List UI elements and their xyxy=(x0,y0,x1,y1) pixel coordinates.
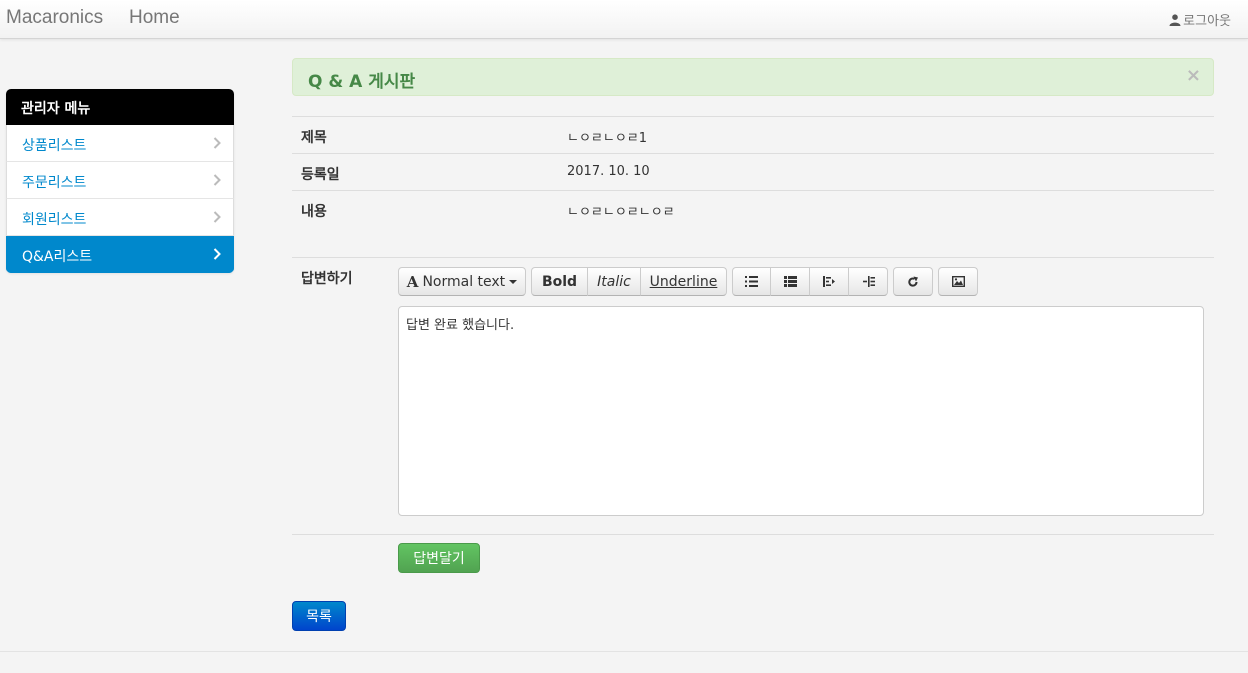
logout-link[interactable]: 로그아웃 xyxy=(1169,10,1231,29)
bold-button[interactable]: Bold xyxy=(531,267,588,296)
back-to-list-button[interactable]: 목록 xyxy=(292,601,346,631)
list-icon xyxy=(745,276,758,287)
chevron-right-icon xyxy=(213,211,221,223)
nav-home-link[interactable]: Home xyxy=(129,7,180,29)
brand-link[interactable]: Macaronics xyxy=(6,7,103,29)
sidebar-item-products[interactable]: 상품리스트 xyxy=(6,125,234,162)
footer-divider xyxy=(0,651,1248,652)
answer-editor[interactable]: 답변 완료 했습니다. xyxy=(398,306,1204,516)
redo-icon xyxy=(908,276,918,287)
submit-answer-button[interactable]: 답변달기 xyxy=(398,543,480,573)
admin-sidebar: 관리자 메뉴 상품리스트 주문리스트 회원리스트 Q&A리스트 xyxy=(6,89,234,273)
board-title-alert: Q & A 게시판 × xyxy=(292,58,1214,96)
page-title: Q & A 게시판 xyxy=(308,72,416,92)
close-icon[interactable]: × xyxy=(1186,65,1201,86)
chevron-right-icon xyxy=(213,137,221,149)
detail-row-content: 내용 ㄴㅇㄹㄴㅇㄹㄴㅇㄹ xyxy=(292,190,1214,227)
insert-image-button[interactable] xyxy=(938,267,978,296)
chevron-right-icon xyxy=(213,248,221,260)
divider xyxy=(292,534,1214,535)
caret-down-icon xyxy=(509,279,518,284)
date-label: 등록일 xyxy=(301,167,340,183)
logout-label: 로그아웃 xyxy=(1183,14,1231,29)
font-icon: A xyxy=(406,272,419,291)
sidebar-item-qna[interactable]: Q&A리스트 xyxy=(6,236,234,273)
outdent-button[interactable] xyxy=(810,267,849,296)
content-label: 내용 xyxy=(301,204,327,220)
image-icon xyxy=(951,276,965,287)
indent-button[interactable] xyxy=(849,267,888,296)
unordered-list-button[interactable] xyxy=(732,267,771,296)
indent-icon xyxy=(862,276,875,287)
divider xyxy=(292,257,1214,258)
redo-button[interactable] xyxy=(893,267,933,296)
font-style-label: Normal text xyxy=(422,273,506,290)
outdent-icon xyxy=(822,276,835,287)
user-icon xyxy=(1169,13,1181,26)
numbered-list-icon xyxy=(783,276,797,287)
title-label: 제목 xyxy=(301,130,327,146)
date-value: 2017. 10. 10 xyxy=(567,164,650,179)
sidebar-item-label: 상품리스트 xyxy=(22,138,87,154)
sidebar-item-orders[interactable]: 주문리스트 xyxy=(6,162,234,199)
italic-button[interactable]: Italic xyxy=(588,267,641,296)
content-value: ㄴㅇㄹㄴㅇㄹㄴㅇㄹ xyxy=(567,205,675,220)
sidebar-item-members[interactable]: 회원리스트 xyxy=(6,199,234,236)
detail-row-date: 등록일 2017. 10. 10 xyxy=(292,153,1214,190)
sidebar-header: 관리자 메뉴 xyxy=(6,89,234,125)
ordered-list-button[interactable] xyxy=(771,267,810,296)
sidebar-item-label: 주문리스트 xyxy=(22,175,87,191)
font-style-dropdown[interactable]: A Normal text xyxy=(398,267,526,296)
navbar: Macaronics Home 로그아웃 xyxy=(0,0,1248,39)
underline-button[interactable]: Underline xyxy=(641,267,727,296)
sidebar-item-label: 회원리스트 xyxy=(22,212,87,228)
detail-row-title: 제목 ㄴㅇㄹㄴㅇㄹ1 xyxy=(292,116,1214,153)
chevron-right-icon xyxy=(213,174,221,186)
sidebar-item-label: Q&A리스트 xyxy=(22,249,93,265)
title-value: ㄴㅇㄹㄴㅇㄹ1 xyxy=(567,131,648,146)
answer-label: 답변하기 xyxy=(301,271,353,287)
